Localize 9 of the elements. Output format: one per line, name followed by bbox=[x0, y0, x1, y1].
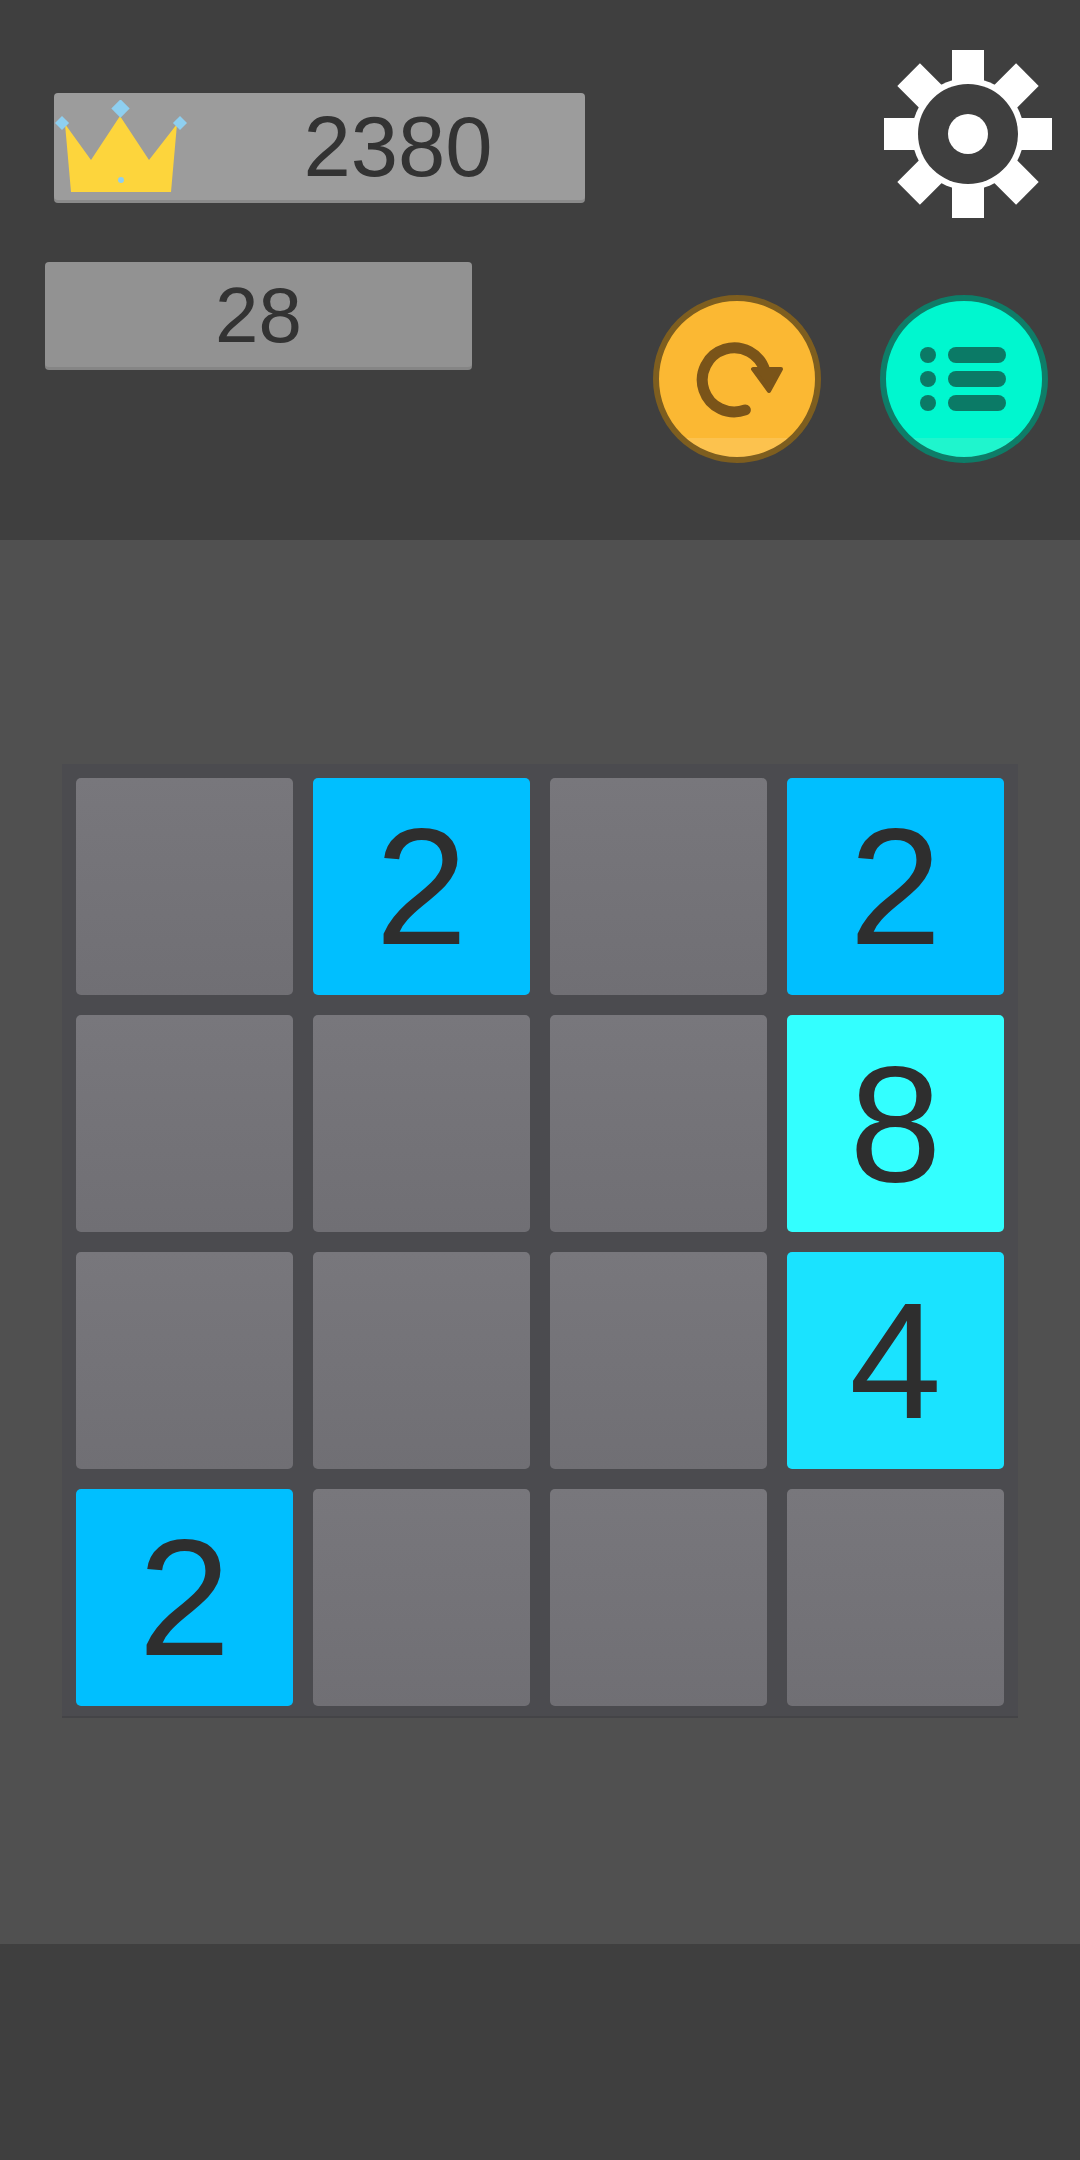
crown-icon bbox=[55, 99, 187, 194]
number-tile: 8 bbox=[787, 1015, 1004, 1232]
score-panel: 28 bbox=[45, 262, 472, 367]
number-tile: 2 bbox=[76, 1489, 293, 1706]
number-tile: 2 bbox=[787, 778, 1004, 995]
settings-icon[interactable] bbox=[884, 50, 1052, 218]
best-score-value: 2380 bbox=[302, 104, 494, 189]
number-tile: 4 bbox=[787, 1252, 1004, 1469]
number-tile: 2 bbox=[313, 778, 530, 995]
